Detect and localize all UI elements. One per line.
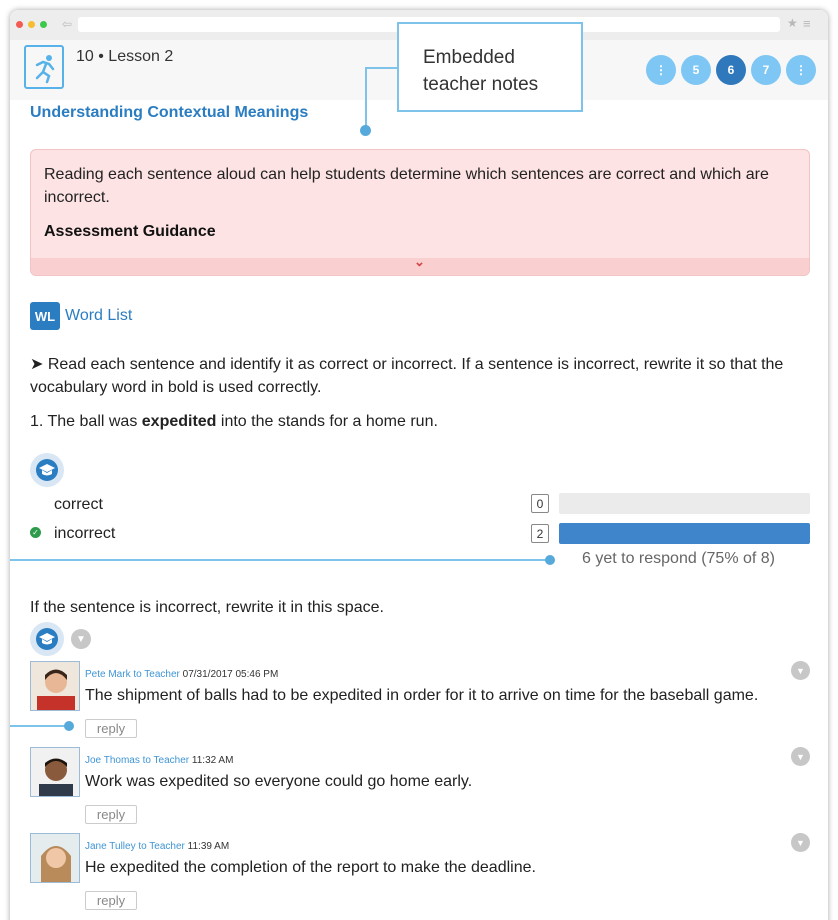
response-meta: Pete Mark to Teacher 07/31/2017 05:46 PM	[85, 669, 278, 680]
yet-to-respond-status: 6 yet to respond (75% of 8)	[582, 550, 775, 567]
chevron-down-icon[interactable]: ▼	[791, 833, 810, 852]
avatar	[30, 833, 80, 883]
avatar	[30, 747, 80, 797]
response-author: Joe Thomas to Teacher	[85, 755, 190, 766]
question-text: 1. The ball was expedited into the stand…	[30, 413, 438, 431]
answer-count: 0	[531, 494, 549, 513]
correct-check-icon: ✓	[30, 527, 41, 538]
response-text: He expedited the completion of the repor…	[85, 859, 536, 876]
section-title: Understanding Contextual Meanings	[30, 104, 309, 121]
browser-window: ⇦ ★ ≡ 10 • Lesson 2 ⋮ 5 6 7 ⋮ Embedded teach…	[10, 10, 828, 920]
callout-pointer-dot	[64, 721, 74, 731]
chevron-down-icon[interactable]: ⌄	[414, 254, 425, 270]
word-list-link[interactable]: Word List	[65, 307, 132, 325]
chevron-down-icon[interactable]: ▼	[791, 661, 810, 680]
minimize-window-dot[interactable]	[28, 21, 35, 28]
maximize-window-dot[interactable]	[40, 21, 47, 28]
graduation-cap-icon[interactable]	[30, 453, 64, 487]
lesson-title: 10 • Lesson 2	[76, 48, 174, 65]
bookmark-star-icon[interactable]: ★	[787, 16, 798, 30]
activity-instruction: ➤ Read each sentence and identify it as …	[30, 356, 784, 396]
response-time: 11:39 AM	[187, 841, 230, 852]
teacher-note-text: Reading each sentence aloud can help stu…	[44, 166, 769, 206]
reply-button[interactable]: reply	[85, 805, 137, 824]
chevron-down-icon[interactable]: ▼	[71, 629, 91, 649]
teacher-note-expand-bar[interactable]: ⌄	[31, 254, 809, 275]
answer-bar	[559, 523, 810, 544]
response-meta: Joe Thomas to Teacher 11:32 AM	[85, 755, 233, 766]
callout-connector	[365, 67, 397, 69]
back-arrow-icon[interactable]: ⇦	[62, 17, 72, 31]
question-suffix: into the stands for a home run.	[216, 413, 438, 430]
vocabulary-word: expedited	[141, 413, 217, 430]
embedded-teacher-notes-callout: Embedded teacher notes	[397, 22, 583, 112]
callout-pointer-dot	[545, 555, 555, 565]
response-time: 07/31/2017 05:46 PM	[182, 669, 279, 680]
page-button[interactable]: 5	[681, 55, 711, 85]
answer-bar	[559, 493, 810, 514]
browser-menu-icon[interactable]: ≡	[803, 16, 811, 31]
page-button[interactable]: 7	[751, 55, 781, 85]
response-author: Pete Mark to Teacher	[85, 669, 180, 680]
answer-option-label: correct	[54, 496, 103, 513]
reply-button[interactable]: reply	[85, 719, 137, 738]
chevron-down-icon[interactable]: ▼	[791, 747, 810, 766]
page-button[interactable]: ⋮	[646, 55, 676, 85]
response-time: 11:32 AM	[191, 755, 234, 766]
response-meta: Jane Tulley to Teacher 11:39 AM	[85, 841, 229, 852]
callout-connector	[365, 67, 367, 131]
answer-option-label: incorrect	[54, 525, 116, 542]
page-button[interactable]: ⋮	[786, 55, 816, 85]
page-button[interactable]: 6	[716, 55, 746, 85]
callout-connector	[10, 725, 70, 727]
callout-text: Embedded teacher notes	[423, 47, 539, 95]
word-list-icon[interactable]: WL	[30, 302, 60, 330]
close-window-dot[interactable]	[16, 21, 23, 28]
reply-button[interactable]: reply	[85, 891, 137, 910]
rewrite-prompt: If the sentence is incorrect, rewrite it…	[30, 599, 384, 616]
graduation-cap-icon[interactable]	[30, 622, 64, 656]
response-text: Work was expedited so everyone could go …	[85, 773, 473, 790]
answer-bar-fill	[559, 523, 810, 544]
callout-pointer-dot	[360, 125, 371, 136]
assessment-guidance-heading: Assessment Guidance	[44, 223, 216, 240]
response-author: Jane Tulley to Teacher	[85, 841, 185, 852]
question-prefix: 1. The ball was	[30, 413, 142, 430]
avatar	[30, 661, 80, 711]
runner-icon	[24, 45, 64, 89]
callout-connector	[10, 559, 550, 561]
response-text: The shipment of balls had to be expedite…	[85, 687, 759, 704]
answer-count: 2	[531, 524, 549, 543]
teacher-note-panel: Reading each sentence aloud can help stu…	[30, 149, 810, 276]
